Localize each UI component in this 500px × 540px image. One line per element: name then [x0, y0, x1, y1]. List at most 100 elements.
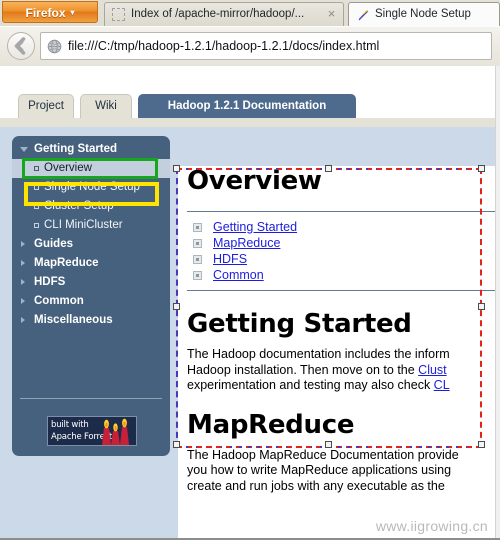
bullet-square-icon	[193, 239, 202, 248]
paragraph-line: The Hadoop documentation includes the in…	[187, 347, 450, 361]
built-with-apache-forrest-badge[interactable]: built with Apache Forrest	[47, 416, 137, 446]
chevron-down-icon	[20, 147, 28, 152]
selection-handle-bottom-right[interactable]	[478, 441, 485, 448]
minitoc-item: Getting Started	[193, 219, 495, 235]
sidebar-item-label: MapReduce	[34, 257, 99, 269]
minitoc-list: Getting Started MapReduce HDFS Common	[187, 212, 495, 290]
sidebar-item-label: HDFS	[34, 276, 66, 288]
selection-handle-middle-right[interactable]	[478, 303, 485, 310]
browser-tab-index-of-apache-mirror[interactable]: Index of /apache-mirror/hadoop/... ×	[104, 2, 344, 26]
navigation-toolbar: file:///C:/tmp/hadoop-1.2.1/hadoop-1.2.1…	[0, 26, 500, 66]
document-content: Overview Getting Started MapReduce HDFS	[178, 166, 495, 540]
paragraph-getting-started: The Hadoop documentation includes the in…	[187, 347, 495, 394]
paragraph-line: you how to write MapReduce applications …	[187, 463, 452, 477]
page-scrollbar[interactable]	[495, 66, 500, 540]
sidebar-item-common[interactable]: Common	[12, 292, 170, 311]
selection-handle-top-center[interactable]	[325, 165, 332, 172]
paragraph-line: create and run jobs with any executable …	[187, 478, 445, 493]
minitoc-item: HDFS	[193, 251, 495, 267]
paragraph-line: experimentation and testing may also che…	[187, 378, 434, 392]
sidebar-item-mapreduce[interactable]: MapReduce	[12, 254, 170, 273]
bullet-square-icon	[193, 271, 202, 280]
sidebar-item-getting-started[interactable]: Getting Started	[12, 140, 170, 159]
browser-chrome: Firefox ▾ Index of /apache-mirror/hadoop/…	[0, 0, 500, 66]
chevron-right-icon	[21, 260, 25, 266]
sidebar-item-label: Overview	[44, 162, 92, 174]
minitoc-item: Common	[193, 267, 495, 283]
address-bar-url: file:///C:/tmp/hadoop-1.2.1/hadoop-1.2.1…	[68, 39, 380, 53]
bullet-square-icon	[34, 204, 39, 209]
browser-tab-title: Single Node Setup	[375, 8, 471, 20]
heading-mapreduce: MapReduce	[187, 409, 355, 440]
tab-strip: Firefox ▾ Index of /apache-mirror/hadoop/…	[0, 0, 500, 26]
pencil-favicon-icon	[356, 8, 369, 21]
site-tab-label: Hadoop 1.2.1 Documentation	[167, 100, 327, 112]
browser-tab-single-node-setup[interactable]: Single Node Setup	[348, 2, 500, 26]
minitoc-link-hdfs[interactable]: HDFS	[213, 252, 247, 266]
selection-handle-top-right[interactable]	[478, 165, 485, 172]
bullet-square-icon	[34, 223, 39, 228]
minitoc-link-mapreduce[interactable]: MapReduce	[213, 236, 280, 250]
firefox-menu-button[interactable]: Firefox ▾	[2, 1, 98, 23]
sidebar-divider	[20, 398, 162, 399]
inline-link-cli-minicluster[interactable]: CL	[434, 378, 450, 392]
blank-favicon-icon	[112, 8, 125, 21]
address-bar[interactable]: file:///C:/tmp/hadoop-1.2.1/hadoop-1.2.1…	[40, 32, 492, 60]
sidebar-item-cluster-setup[interactable]: Cluster Setup	[12, 197, 170, 216]
bullet-square-icon	[193, 223, 202, 232]
sidebar-item-label: Single Node Setup	[44, 181, 140, 193]
minitoc-link-common[interactable]: Common	[213, 268, 264, 282]
sidebar-item-label: Guides	[34, 238, 73, 250]
content-rule-bottom	[187, 290, 495, 291]
inline-link-cluster-setup[interactable]: Clust	[418, 363, 446, 377]
chevron-down-icon: ▾	[70, 8, 75, 17]
sidebar-item-guides[interactable]: Guides	[12, 235, 170, 254]
back-button[interactable]	[7, 32, 35, 60]
sidebar-item-label: Common	[34, 295, 84, 307]
paragraph-line: The Hadoop MapReduce Documentation provi…	[187, 447, 459, 462]
site-tab-wiki[interactable]: Wiki	[80, 94, 132, 118]
bullet-square-icon	[34, 166, 39, 171]
heading-overview: Overview	[187, 166, 322, 196]
chevron-right-icon	[21, 298, 25, 304]
sidebar-item-cli-minicluster[interactable]: CLI MiniCluster	[12, 216, 170, 235]
sidebar-item-single-node-setup[interactable]: Single Node Setup	[12, 178, 170, 197]
selection-handle-bottom-left[interactable]	[173, 441, 180, 448]
bullet-square-icon	[34, 185, 39, 190]
site-tabs: Project Wiki Hadoop 1.2.1 Documentation	[0, 94, 495, 120]
minitoc-link-getting-started[interactable]: Getting Started	[213, 220, 297, 234]
sidebar-nav-list: Getting Started Overview Single Node Set…	[12, 140, 170, 330]
sidebar-item-label: Cluster Setup	[44, 200, 114, 212]
site-tab-project[interactable]: Project	[18, 94, 74, 118]
sidebar-item-miscellaneous[interactable]: Miscellaneous	[12, 311, 170, 330]
selection-handle-middle-left[interactable]	[173, 303, 180, 310]
minitoc-item: MapReduce	[193, 235, 495, 251]
sidebar-item-label: CLI MiniCluster	[44, 219, 123, 231]
sidebar-item-overview[interactable]: Overview	[12, 159, 170, 178]
heading-getting-started: Getting Started	[187, 309, 412, 339]
bullet-square-icon	[193, 255, 202, 264]
sidebar-item-label: Miscellaneous	[34, 314, 113, 326]
paragraph-line: Hadoop installation. Then move on to the	[187, 362, 419, 377]
selection-handle-top-left[interactable]	[173, 165, 180, 172]
close-icon[interactable]: ×	[325, 7, 338, 21]
sidebar-menu: Getting Started Overview Single Node Set…	[12, 136, 170, 456]
chevron-right-icon	[21, 317, 25, 323]
site-tab-label: Wiki	[95, 100, 117, 112]
globe-icon	[47, 39, 62, 54]
chevron-right-icon	[21, 279, 25, 285]
watermark: www.iigrowing.cn	[375, 518, 488, 534]
page-viewport: Project Wiki Hadoop 1.2.1 Documentation …	[0, 66, 500, 540]
sidebar-item-hdfs[interactable]: HDFS	[12, 273, 170, 292]
site-tab-label: Project	[28, 100, 64, 112]
firefox-menu-label: Firefox	[25, 6, 66, 20]
browser-tab-title: Index of /apache-mirror/hadoop/...	[131, 8, 305, 20]
selection-handle-bottom-center[interactable]	[325, 441, 332, 448]
site-tab-hadoop-documentation[interactable]: Hadoop 1.2.1 Documentation	[138, 94, 356, 118]
chevron-right-icon	[21, 241, 25, 247]
back-arrow-icon	[14, 37, 26, 55]
sidebar-item-label: Getting Started	[34, 143, 118, 155]
forrest-candles-icon	[100, 418, 134, 445]
browser-window: Firefox ▾ Index of /apache-mirror/hadoop/…	[0, 0, 500, 540]
paragraph-mapreduce: The Hadoop MapReduce Documentation provi…	[187, 448, 495, 495]
